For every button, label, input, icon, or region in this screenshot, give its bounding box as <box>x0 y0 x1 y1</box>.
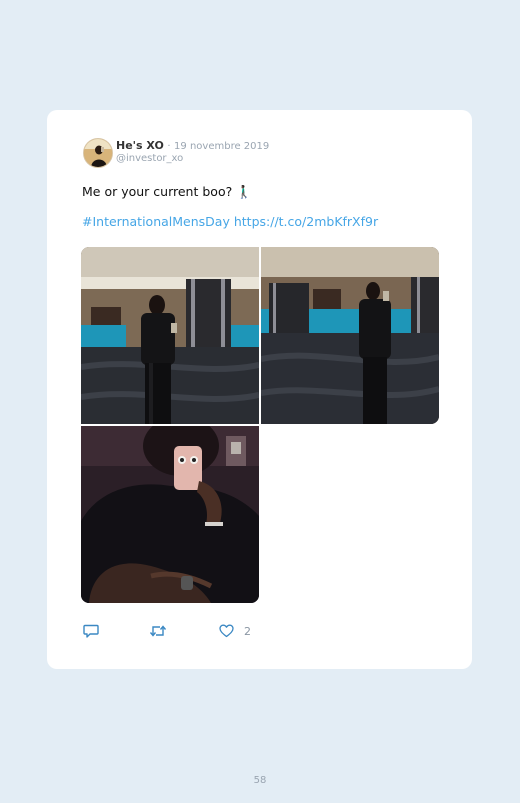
tweet-text: Me or your current boo? 🚶🏿‍♂️ <box>82 184 252 199</box>
tweet-date[interactable]: 19 novembre 2019 <box>174 141 269 152</box>
reply-icon <box>83 624 99 638</box>
photo-gym-selfie-2[interactable] <box>261 247 439 424</box>
author-line: He's XO · 19 novembre 2019 <box>116 139 269 152</box>
tweet-card: He's XO · 19 novembre 2019 @investor_xo … <box>47 110 472 669</box>
retweet-icon <box>149 624 167 638</box>
tweet-links: #InternationalMensDay https://t.co/2mbKf… <box>82 214 378 229</box>
tweet-actions: 2 <box>83 624 283 644</box>
like-count: 2 <box>244 624 251 638</box>
reply-button[interactable] <box>83 624 99 638</box>
page-number: 58 <box>253 775 267 786</box>
display-name[interactable]: He's XO <box>116 139 164 152</box>
url-link[interactable]: https://t.co/2mbKfrXf9r <box>234 214 378 229</box>
photo-closeup-selfie[interactable] <box>81 426 259 603</box>
user-handle[interactable]: @investor_xo <box>116 153 183 164</box>
photo-gym-selfie-1[interactable] <box>81 247 259 424</box>
separator: · <box>167 141 171 152</box>
hashtag-link[interactable]: #InternationalMensDay <box>82 214 230 229</box>
media-grid <box>81 247 439 604</box>
retweet-button[interactable] <box>149 624 167 638</box>
avatar[interactable] <box>83 138 113 168</box>
heart-icon <box>219 624 234 638</box>
like-button[interactable]: 2 <box>219 624 251 638</box>
avatar-image <box>84 139 112 167</box>
